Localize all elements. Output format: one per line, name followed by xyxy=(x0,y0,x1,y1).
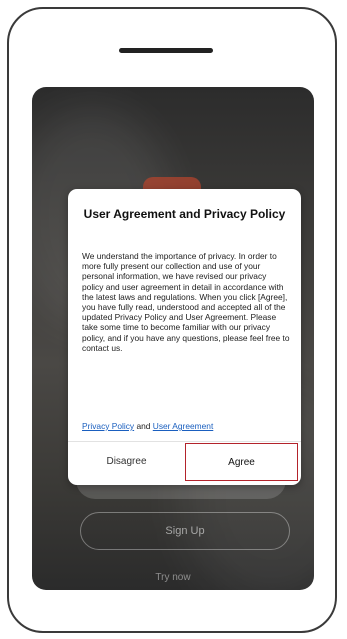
dialog-body: We understand the importance of privacy.… xyxy=(82,251,290,353)
user-agreement-link[interactable]: User Agreement xyxy=(153,421,214,431)
privacy-policy-link[interactable]: Privacy Policy xyxy=(82,421,134,431)
page: Sign Up Try now User Agreement and Priva… xyxy=(0,0,347,639)
and-text: and xyxy=(136,421,151,431)
policy-links: Privacy Policy and User Agreement xyxy=(82,421,213,431)
disagree-label: Disagree xyxy=(106,456,147,467)
dialog-title: User Agreement and Privacy Policy xyxy=(83,207,286,221)
signup-button[interactable]: Sign Up xyxy=(80,512,290,550)
agree-button[interactable]: Agree xyxy=(185,443,298,481)
try-now-link[interactable]: Try now xyxy=(32,572,314,583)
signup-label: Sign Up xyxy=(165,525,205,537)
privacy-dialog: User Agreement and Privacy Policy We und… xyxy=(68,189,301,485)
disagree-button[interactable]: Disagree xyxy=(68,442,185,481)
phone-speaker xyxy=(119,48,213,53)
agree-label: Agree xyxy=(228,456,255,468)
